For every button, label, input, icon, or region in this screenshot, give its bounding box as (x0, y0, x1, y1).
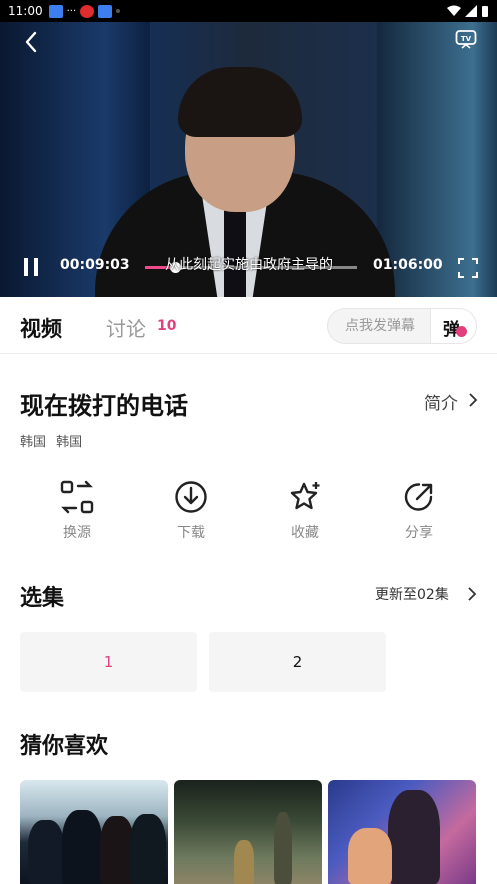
tag-region: 韩国 (20, 435, 47, 450)
intro-link[interactable]: 简介 (424, 389, 458, 414)
download-button[interactable]: 下载 (151, 480, 231, 542)
notification-red-icon (80, 4, 95, 18)
fullscreen-icon[interactable] (458, 258, 478, 278)
player-controls: 00:09:03 从此刻起实施由政府主导的 01:06:00 (0, 252, 497, 282)
battery-icon (482, 6, 488, 17)
svg-text:TV: TV (461, 35, 472, 43)
show-tags: 韩国 韩国 (20, 431, 88, 450)
subtitle-text: 从此刻起实施由政府主导的 (165, 257, 333, 273)
more-notifications-icon: ··· (66, 5, 77, 17)
favorite-button[interactable]: 收藏 (265, 480, 345, 542)
pause-icon[interactable] (22, 258, 40, 278)
recommend-poster[interactable] (20, 780, 168, 884)
chevron-right-icon[interactable] (467, 393, 479, 407)
current-time: 00:09:03 (60, 257, 130, 273)
back-icon[interactable] (18, 28, 46, 56)
danmu-bar: 点我发弹幕 弹 (327, 308, 477, 344)
notification-dot-icon (116, 9, 121, 13)
episode-item[interactable]: 2 (209, 632, 386, 692)
tab-video[interactable]: 视频 (20, 313, 62, 343)
status-bar: 11:00 ··· (0, 0, 497, 22)
video-player[interactable]: TV 00:09:03 从此刻起实施由政府主导的 01:06:00 (0, 22, 497, 297)
danmu-toggle-button[interactable]: 弹 (430, 309, 476, 343)
favorite-label: 收藏 (291, 525, 319, 541)
switch-source-button[interactable]: 换源 (37, 480, 117, 542)
discuss-count-badge: 10 (157, 318, 177, 334)
chevron-right-icon[interactable] (467, 587, 477, 601)
danmu-input[interactable]: 点我发弹幕 (328, 309, 432, 343)
signal-icon (465, 5, 477, 17)
episode-item[interactable]: 1 (20, 632, 197, 692)
episodes-title: 选集 (20, 586, 65, 611)
star-icon (290, 482, 320, 510)
content-tabs: 视频 讨论 10 点我发弹幕 弹 (0, 297, 497, 354)
total-time: 01:06:00 (373, 257, 443, 273)
recommend-title: 猜你喜欢 (20, 734, 109, 759)
notification-app-icon-2 (98, 4, 113, 18)
recommend-poster[interactable] (174, 780, 322, 884)
check-icon (456, 326, 467, 337)
episodes-update-link[interactable]: 更新至02集 (375, 584, 449, 604)
share-icon (404, 483, 433, 511)
share-label: 分享 (405, 525, 433, 541)
status-time: 11:00 (8, 4, 43, 18)
recommend-poster[interactable] (328, 780, 476, 884)
wifi-icon (447, 5, 461, 16)
download-icon (175, 481, 207, 513)
switch-source-label: 换源 (63, 525, 91, 541)
tag-language: 韩国 (56, 435, 83, 450)
switch-source-icon (60, 480, 94, 514)
download-label: 下载 (177, 525, 205, 541)
notification-app-icon (48, 4, 63, 18)
show-title: 现在拨打的电话 (20, 392, 188, 420)
tab-discuss[interactable]: 讨论 (106, 313, 146, 342)
cast-tv-icon[interactable]: TV (455, 29, 477, 49)
share-button[interactable]: 分享 (379, 480, 459, 542)
